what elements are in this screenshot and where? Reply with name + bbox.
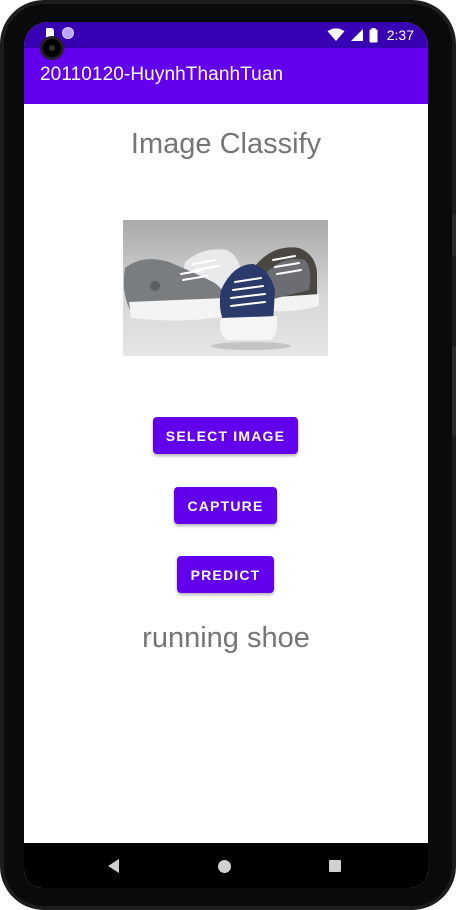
power-button [452,214,456,256]
select-image-button[interactable]: SELECT IMAGE [153,417,298,454]
screen: 2:37 20110120-HuynhThanhTuan Image Class… [24,22,428,888]
status-bar: 2:37 [24,22,428,48]
home-icon[interactable] [218,860,231,873]
capture-button[interactable]: CAPTURE [174,487,277,524]
recents-icon[interactable] [329,860,341,872]
status-time: 2:37 [386,27,414,43]
front-camera [40,36,64,60]
shoes-illustration [123,220,328,356]
notification-dot-icon [62,27,74,39]
app-bar: 20110120-HuynhThanhTuan [24,48,428,104]
page-title: Image Classify [130,128,322,160]
battery-icon [369,27,378,42]
back-icon[interactable] [108,859,119,873]
main-content: Image Classify SELECT IMAGE CAPTURE PRED… [24,104,428,843]
status-right-icons: 2:37 [327,26,414,44]
app-title: 20110120-HuynhThanhTuan [40,64,284,85]
phone-frame: 2:37 20110120-HuynhThanhTuan Image Class… [0,0,456,910]
prediction-result: running shoe [142,622,310,654]
predict-button[interactable]: PREDICT [177,556,274,593]
volume-button [452,346,456,436]
cell-signal-icon [350,29,363,41]
wifi-icon [327,28,345,41]
shoes-photo [123,220,328,356]
navigation-bar [24,843,428,888]
